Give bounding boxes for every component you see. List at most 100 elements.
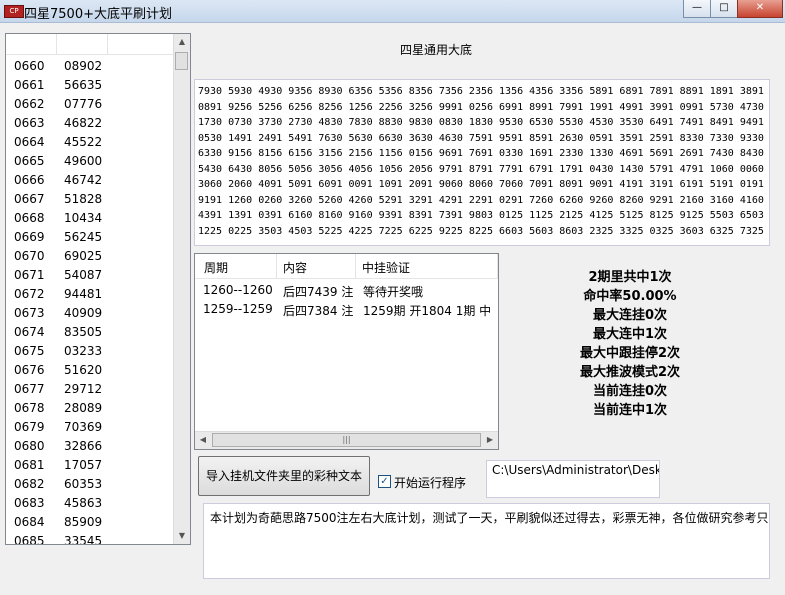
row-check: 1259期 开1804 1期 中	[363, 304, 492, 318]
run-checkbox[interactable]: ✓	[378, 475, 391, 488]
draw-number: 45522	[64, 135, 103, 149]
list-item[interactable]: 0667 51828	[6, 190, 176, 209]
draw-period: 0673	[14, 306, 45, 320]
header-divider	[497, 254, 498, 278]
draw-period: 0684	[14, 515, 45, 529]
list-item[interactable]: 0675 03233	[6, 342, 176, 361]
list-item[interactable]: 0661 56635	[6, 76, 176, 95]
result-table[interactable]: 周期 内容 中挂验证 1260--1260 后四7439 注 等待开奖哦 125…	[194, 253, 499, 450]
draw-number: 28089	[64, 401, 103, 415]
result-table-header: 周期 内容 中挂验证	[195, 254, 498, 279]
draw-number: 32866	[64, 439, 103, 453]
scroll-up-icon[interactable]: ▲	[174, 34, 190, 50]
list-item[interactable]: 0683 45863	[6, 494, 176, 513]
import-button[interactable]: 导入挂机文件夹里的彩种文本	[198, 456, 370, 496]
pool-heading: 四星通用大底	[400, 43, 473, 57]
stat-line: 最大中跟挂停2次	[579, 346, 681, 361]
draw-number: 54087	[64, 268, 103, 282]
scroll-thumb[interactable]	[175, 52, 188, 70]
list-vertical-scrollbar[interactable]: ▲ ▼	[173, 34, 190, 544]
list-item[interactable]: 0673 40909	[6, 304, 176, 323]
list-item[interactable]: 0664 45522	[6, 133, 176, 152]
draw-period: 0674	[14, 325, 45, 339]
draw-number: 46742	[64, 173, 103, 187]
list-item[interactable]: 0677 29712	[6, 380, 176, 399]
list-item[interactable]: 0662 07776	[6, 95, 176, 114]
stat-line: 最大连中1次	[592, 327, 668, 342]
draw-number: 46822	[64, 116, 103, 130]
title-bar: CP 四星7500+大底平刷计划 — □ ✕	[0, 0, 785, 23]
draw-period: 0682	[14, 477, 45, 491]
draw-period: 0660	[14, 59, 45, 73]
list-header-col-period[interactable]	[6, 34, 57, 54]
header-content[interactable]: 内容	[283, 259, 307, 276]
list-item[interactable]: 0672 94481	[6, 285, 176, 304]
draw-number: 49600	[64, 154, 103, 168]
list-header-col-number[interactable]	[57, 34, 108, 54]
scroll-left-icon[interactable]: ◀	[195, 432, 211, 448]
list-item[interactable]: 0660 08902	[6, 57, 176, 76]
table-row[interactable]: 1259--1259 后四7384 注 1259期 开1804 1期 中	[195, 299, 498, 319]
list-item[interactable]: 0681 17057	[6, 456, 176, 475]
row-period: 1259--1259	[203, 302, 273, 316]
number-line: 1225 0225 3503 4503 5225 4225 7225 6225 …	[198, 225, 770, 237]
number-line: 3060 2060 4091 5091 6091 0091 1091 2091 …	[198, 179, 770, 190]
list-item[interactable]: 0665 49600	[6, 152, 176, 171]
draw-number: 70369	[64, 420, 103, 434]
list-item[interactable]: 0674 83505	[6, 323, 176, 342]
close-button[interactable]: ✕	[737, 0, 783, 18]
number-line: 4391 1391 0391 6160 8160 9160 9391 8391 …	[198, 210, 770, 221]
list-item[interactable]: 0671 54087	[6, 266, 176, 285]
list-item[interactable]: 0680 32866	[6, 437, 176, 456]
path-field[interactable]: C:\Users\Administrator\Desktop	[486, 460, 660, 498]
number-line: 6330 9156 8156 6156 3156 2156 1156 0156 …	[198, 148, 770, 159]
app-icon: CP	[4, 5, 24, 18]
table-row[interactable]: 1260--1260 后四7439 注 等待开奖哦	[195, 280, 498, 300]
list-item[interactable]: 0682 60353	[6, 475, 176, 494]
draw-period: 0676	[14, 363, 45, 377]
draw-period: 0683	[14, 496, 45, 510]
draw-period: 0681	[14, 458, 45, 472]
draw-number: 03233	[64, 344, 103, 358]
row-period: 1260--1260	[203, 283, 273, 297]
draw-period: 0668	[14, 211, 45, 225]
stat-line: 命中率50.00%	[583, 289, 677, 304]
draw-number: 08902	[64, 59, 103, 73]
draw-number: 85909	[64, 515, 103, 529]
list-item[interactable]: 0670 69025	[6, 247, 176, 266]
draw-number: 69025	[64, 249, 103, 263]
table-horizontal-scrollbar[interactable]: ◀ ||| ▶	[195, 431, 498, 449]
list-item[interactable]: 0668 10434	[6, 209, 176, 228]
header-period[interactable]: 周期	[204, 259, 228, 276]
draw-period: 0671	[14, 268, 45, 282]
run-checkbox-label[interactable]: 开始运行程序	[394, 474, 466, 491]
note-textbox[interactable]: 本计划为奇葩思路7500注左右大底计划，测试了一天，平刷貌似还过得去，彩票无神，…	[203, 503, 770, 579]
minimize-button[interactable]: —	[683, 0, 711, 18]
list-header-col-extra[interactable]	[108, 34, 174, 54]
list-item[interactable]: 0679 70369	[6, 418, 176, 437]
draw-period: 0669	[14, 230, 45, 244]
draw-history-list[interactable]: 0660 08902 0661 56635 0662 07776 0663 46822 0664…	[5, 33, 191, 545]
list-item[interactable]: 0678 28089	[6, 399, 176, 418]
draw-period: 0680	[14, 439, 45, 453]
list-item[interactable]: 0669 56245	[6, 228, 176, 247]
header-check[interactable]: 中挂验证	[362, 259, 410, 276]
draw-period: 0685	[14, 534, 45, 545]
scroll-thumb[interactable]: |||	[212, 433, 481, 447]
list-item[interactable]: 0685 33545	[6, 532, 176, 545]
number-pool-textbox[interactable]: 7930 5930 4930 9356 8930 6356 5356 8356 …	[194, 79, 770, 246]
scroll-right-icon[interactable]: ▶	[482, 432, 498, 448]
list-item[interactable]: 0684 85909	[6, 513, 176, 532]
window-title: 四星7500+大底平刷计划	[24, 7, 172, 22]
number-line: 0530 1491 2491 5491 7630 5630 6630 3630 …	[198, 132, 770, 144]
draw-period: 0675	[14, 344, 45, 358]
list-item[interactable]: 0676 51620	[6, 361, 176, 380]
draw-number: 94481	[64, 287, 103, 301]
list-header	[6, 34, 190, 55]
draw-period: 0678	[14, 401, 45, 415]
list-item[interactable]: 0663 46822	[6, 114, 176, 133]
maximize-button[interactable]: □	[710, 0, 738, 18]
scroll-down-icon[interactable]: ▼	[174, 528, 190, 544]
list-item[interactable]: 0666 46742	[6, 171, 176, 190]
header-divider	[355, 254, 356, 278]
